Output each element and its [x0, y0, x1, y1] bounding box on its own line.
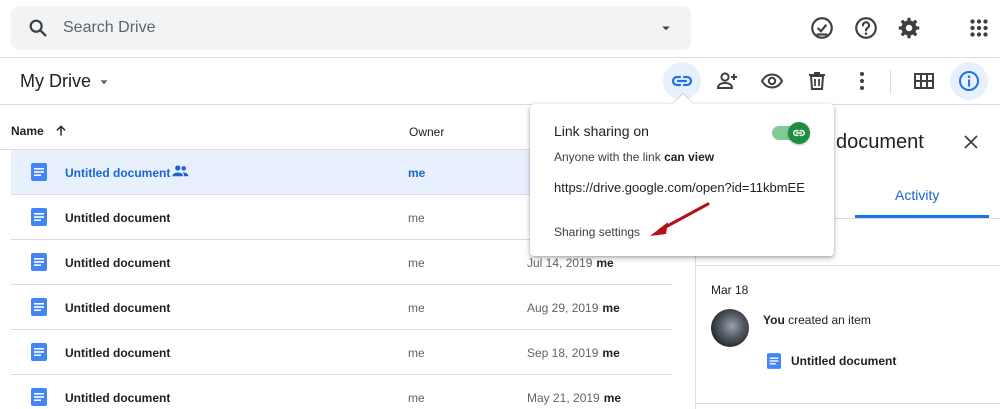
activity-item-name: Untitled document — [791, 354, 897, 368]
annotation-arrow-icon — [650, 202, 710, 236]
apps-icon[interactable] — [966, 15, 992, 41]
more-vert-icon — [860, 72, 864, 90]
toolbar-divider — [890, 70, 891, 94]
file-owner: me — [408, 301, 425, 315]
modified-by: me — [602, 346, 620, 360]
modified-by: me — [602, 301, 620, 315]
sort-by-name[interactable]: Name — [11, 124, 68, 138]
share-link-url[interactable]: https://drive.google.com/open?id=11kbmEE — [554, 180, 805, 195]
my-drive-menu[interactable]: My Drive — [20, 71, 111, 92]
file-owner: me — [408, 346, 425, 360]
help-icon[interactable] — [853, 15, 879, 41]
google-doc-icon — [31, 253, 47, 271]
activity-item[interactable]: Untitled document — [767, 353, 896, 369]
file-name: Untitled document — [65, 391, 171, 405]
modified-by: me — [596, 256, 614, 270]
file-name: Untitled document — [65, 301, 171, 315]
access-prefix: Anyone with the link — [554, 150, 665, 164]
table-row[interactable]: Untitled document me May 21, 2019 me — [11, 375, 672, 409]
more-actions-button[interactable] — [843, 62, 881, 100]
grid-view-icon — [914, 73, 934, 89]
chevron-down-icon — [100, 79, 108, 84]
arrow-up-icon — [56, 125, 66, 136]
modified-date: Aug 29, 2019 — [527, 301, 599, 315]
table-row[interactable]: Untitled document me Aug 29, 2019 me — [11, 285, 672, 330]
file-name: Untitled document — [65, 256, 171, 270]
last-modified: Jul 14, 2019 me — [527, 256, 614, 270]
delete-button[interactable] — [798, 62, 836, 100]
preview-button[interactable] — [753, 62, 791, 100]
panel-divider — [696, 265, 1000, 266]
link-icon — [671, 75, 693, 87]
link-icon — [793, 129, 805, 137]
tab-activity[interactable]: Activity — [855, 105, 989, 218]
add-person-icon — [716, 72, 737, 89]
link-sharing-toggle[interactable] — [772, 122, 812, 144]
avatar — [711, 309, 749, 347]
eye-icon — [760, 73, 784, 89]
link-sharing-title: Link sharing on — [554, 123, 649, 139]
panel-divider — [696, 403, 1000, 404]
column-header-owner: Owner — [409, 125, 445, 139]
modified-date: May 21, 2019 — [527, 391, 600, 405]
table-row[interactable]: Untitled document me Sep 18, 2019 me — [11, 330, 672, 375]
column-header-name: Name — [11, 124, 44, 138]
shared-people-icon — [172, 165, 189, 177]
details-button[interactable] — [950, 62, 988, 100]
file-owner: me — [408, 211, 425, 225]
share-button[interactable] — [708, 62, 746, 100]
file-owner: me — [408, 256, 425, 270]
link-sharing-popup: Link sharing on Anyone with the link can… — [530, 94, 834, 256]
link-access-text: Anyone with the link can view — [554, 150, 714, 164]
modified-by: me — [603, 391, 622, 405]
offline-check-icon[interactable] — [809, 15, 835, 41]
top-bar — [0, 0, 1000, 58]
activity-date: Mar 18 — [711, 283, 749, 297]
file-owner: me — [408, 166, 426, 180]
file-owner: me — [408, 391, 425, 405]
search-input[interactable] — [63, 16, 623, 40]
page-title: My Drive — [20, 71, 91, 91]
modified-date: Sep 18, 2019 — [527, 346, 599, 360]
access-level: can view — [664, 150, 715, 164]
activity-action: created an item — [784, 313, 871, 327]
file-name: Untitled document — [65, 166, 171, 180]
settings-icon[interactable] — [896, 15, 922, 41]
toggle-knob — [788, 122, 810, 144]
info-icon — [959, 71, 979, 91]
last-modified: Sep 18, 2019 me — [527, 346, 620, 360]
toolbar: My Drive — [0, 59, 1000, 105]
trash-icon — [809, 72, 825, 90]
search-options-icon[interactable] — [657, 19, 675, 37]
google-doc-icon — [31, 343, 47, 361]
file-name: Untitled document — [65, 346, 171, 360]
modified-date: Jul 14, 2019 — [527, 256, 593, 270]
google-doc-icon — [31, 388, 47, 406]
last-modified: May 21, 2019 me — [527, 391, 621, 405]
grid-view-button[interactable] — [905, 62, 943, 100]
google-doc-icon — [31, 163, 47, 181]
last-modified: Aug 29, 2019 me — [527, 301, 620, 315]
tab-activity-label: Activity — [895, 187, 940, 203]
sharing-settings-link[interactable]: Sharing settings — [554, 225, 640, 239]
google-doc-icon — [31, 298, 47, 316]
search-icon[interactable] — [27, 17, 49, 39]
search-box[interactable] — [11, 6, 691, 50]
file-name: Untitled document — [65, 211, 171, 225]
activity-entry: You created an item — [763, 313, 871, 327]
google-doc-icon — [767, 353, 781, 369]
google-doc-icon — [31, 208, 47, 226]
activity-actor: You — [763, 313, 785, 327]
